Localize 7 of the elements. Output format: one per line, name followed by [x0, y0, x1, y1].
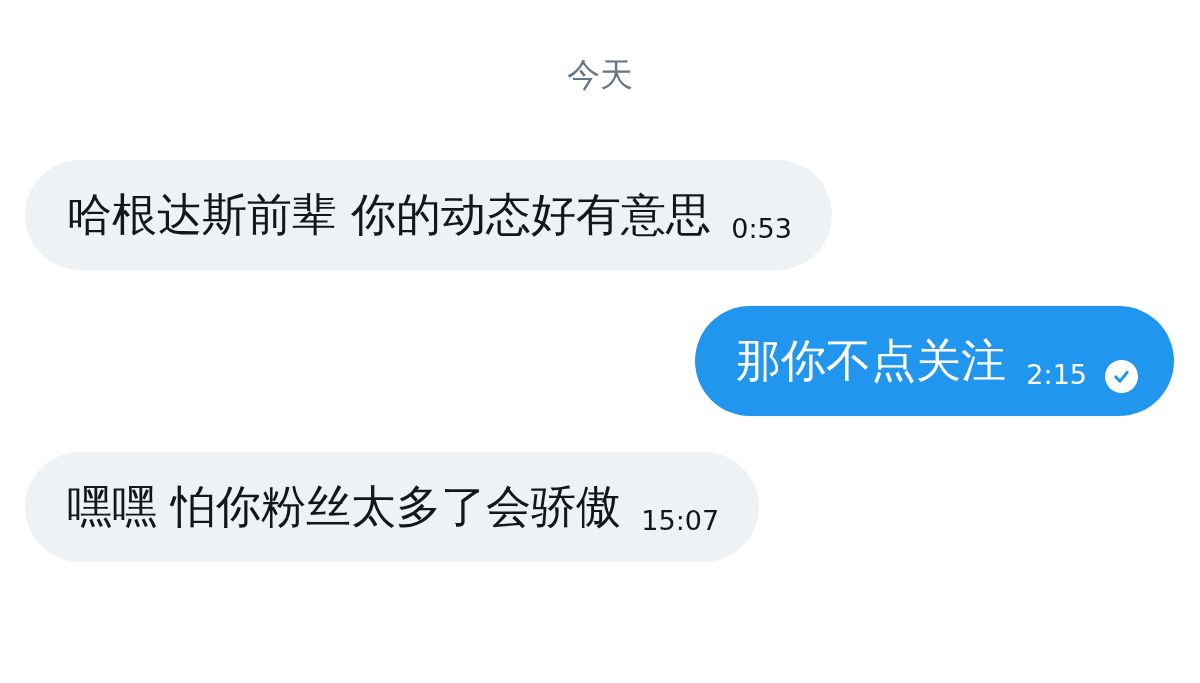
message-text: 哈根达斯前辈 你的动态好有意思 — [67, 188, 712, 242]
message-text: 嘿嘿 怕你粉丝太多了会骄傲 — [67, 480, 622, 534]
message-time: 15:07 — [641, 505, 720, 537]
message-time: 0:53 — [731, 213, 792, 245]
message-text: 那你不点关注 — [736, 334, 1007, 388]
message-time: 2:15 — [1026, 359, 1087, 391]
date-divider: 今天 — [567, 54, 633, 96]
